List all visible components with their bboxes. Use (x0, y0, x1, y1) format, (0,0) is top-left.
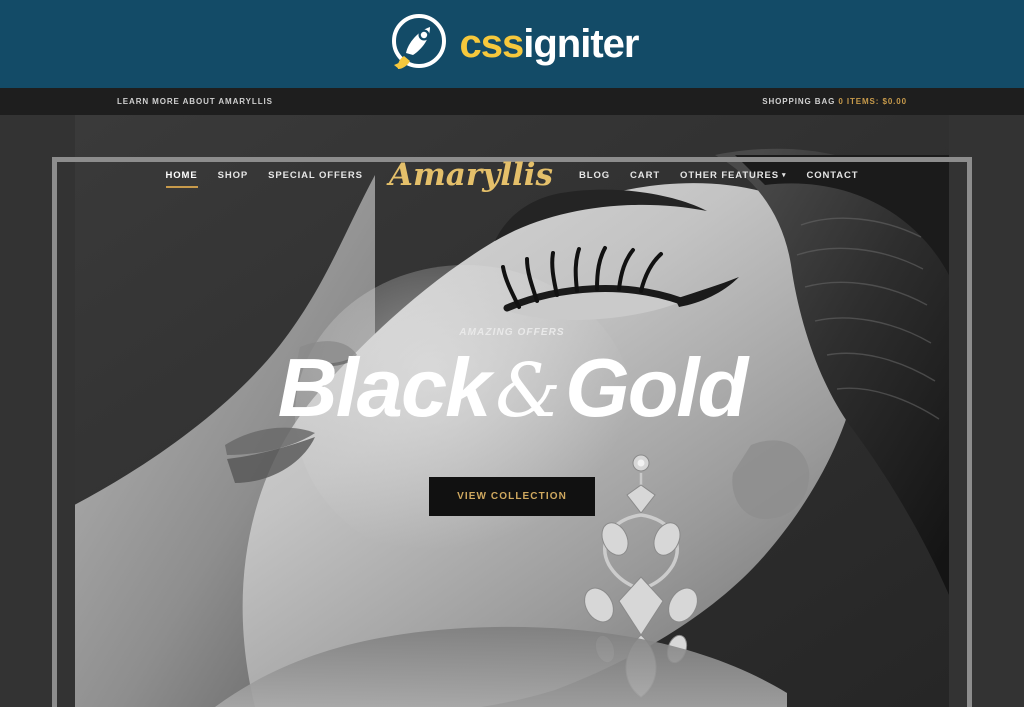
shopping-bag-label: SHOPPING BAG (762, 97, 836, 106)
nav-right-group: BLOG CART OTHER FEATURES ▾ CONTACT (569, 164, 869, 187)
page-root: cssigniter LEARN MORE ABOUT AMARYLLIS SH… (0, 0, 1024, 720)
rocket-circle-icon (386, 13, 448, 75)
chevron-down-icon: ▾ (782, 171, 787, 179)
site-hero-section: HOME SHOP SPECIAL OFFERS Amaryllis BLOG … (0, 115, 1024, 707)
hero-subtitle: AMAZING OFFERS (459, 327, 565, 338)
topbar-inner: LEARN MORE ABOUT AMARYLLIS SHOPPING BAG … (117, 88, 907, 115)
nav-item-blog[interactable]: BLOG (569, 164, 620, 187)
view-collection-button[interactable]: VIEW COLLECTION (429, 477, 595, 516)
nav-item-shop[interactable]: SHOP (208, 164, 259, 187)
nav-left-group: HOME SHOP SPECIAL OFFERS (156, 164, 373, 188)
nav-item-cart[interactable]: CART (620, 164, 670, 187)
main-navigation: HOME SHOP SPECIAL OFFERS Amaryllis BLOG … (0, 150, 1024, 200)
shopping-bag-amount: 0 ITEMS: $0.00 (838, 97, 907, 106)
nav-item-special-offers[interactable]: SPECIAL OFFERS (258, 164, 373, 187)
hero-title: Black&Gold (278, 346, 748, 429)
nav-item-home[interactable]: HOME (156, 164, 208, 188)
site-topbar: LEARN MORE ABOUT AMARYLLIS SHOPPING BAG … (0, 88, 1024, 115)
wordmark-igniter: igniter (523, 22, 639, 66)
nav-item-other-features-label: OTHER FEATURES (680, 169, 780, 181)
hero-content: AMAZING OFFERS Black&Gold VIEW COLLECTIO… (0, 115, 1024, 707)
cssigniter-logo: cssigniter (386, 13, 639, 75)
cssigniter-wordmark: cssigniter (459, 22, 640, 66)
cssigniter-brand-bar: cssigniter (0, 0, 1024, 88)
hero-title-part1: Black (277, 341, 491, 434)
hero-title-part2: Gold (565, 341, 748, 434)
wordmark-css: css (459, 22, 525, 66)
hero-title-ampersand: & (495, 348, 561, 434)
topbar-learn-more-link[interactable]: LEARN MORE ABOUT AMARYLLIS (117, 97, 273, 106)
nav-item-other-features[interactable]: OTHER FEATURES ▾ (670, 164, 796, 187)
nav-item-contact[interactable]: CONTACT (796, 164, 868, 187)
shopping-bag-status[interactable]: SHOPPING BAG 0 ITEMS: $0.00 (762, 97, 907, 106)
site-logo-amaryllis[interactable]: Amaryllis (373, 159, 569, 191)
